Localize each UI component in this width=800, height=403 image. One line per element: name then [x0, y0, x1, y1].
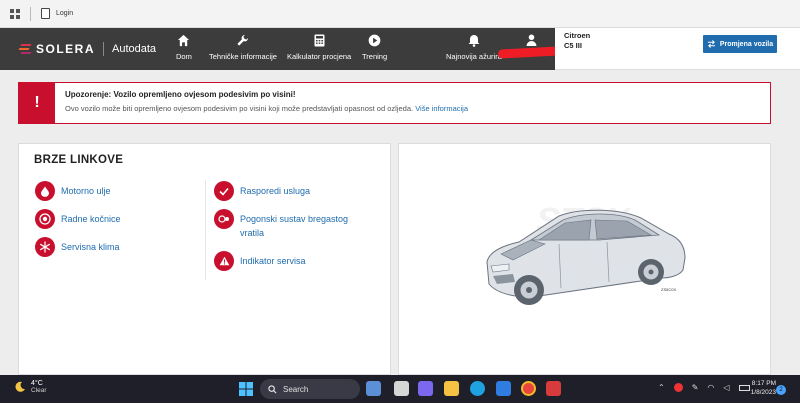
- clock[interactable]: 8:17 PM 1/8/2023: [742, 379, 776, 397]
- windows-taskbar: 4°C Clear Search ⌃ ✎ ◠ ◁ 8:17 PM 1/8/202…: [0, 375, 800, 403]
- play-icon: [368, 33, 381, 47]
- user-menu[interactable]: [526, 33, 537, 47]
- weather-description: Clear: [31, 387, 47, 394]
- taskbar-app-remote-icon[interactable]: [546, 381, 561, 396]
- divider: [30, 6, 31, 21]
- weather-temperature: 4°C: [31, 380, 43, 387]
- nav-home[interactable]: Dom: [176, 33, 192, 61]
- user-icon: [526, 33, 537, 47]
- nav-training-label: Trening: [362, 52, 388, 61]
- brake-disc-icon: [35, 209, 55, 229]
- nav-technical-info-label: Tehničke informacije: [209, 52, 277, 61]
- taskbar-search[interactable]: Search: [260, 379, 360, 399]
- warning-title: Upozorenje: Vozilo opremljeno ovjesom po…: [65, 90, 296, 99]
- nav-estimate-calculator-label: Kalkulator procjena: [287, 52, 352, 61]
- quick-link-camshaft-drive[interactable]: Pogonski sustav bregastog vratila: [214, 209, 374, 240]
- quick-links-card: BRZE LINKOVE Motorno ulje Radne kočnice …: [18, 143, 391, 375]
- nav-estimate-calculator[interactable]: Kalkulator procjena: [287, 33, 351, 61]
- quick-links-title: BRZE LINKOVE: [34, 154, 124, 166]
- warning-triangle-icon: [214, 251, 234, 271]
- column-divider: [205, 180, 206, 280]
- quick-link-label: Indikator servisa: [240, 256, 306, 266]
- vehicle-make: Citroen: [564, 31, 591, 40]
- checkmark-icon: [214, 181, 234, 201]
- calculator-icon: [314, 33, 325, 47]
- search-placeholder: Search: [283, 384, 309, 394]
- search-icon: [268, 384, 277, 393]
- brand-logo[interactable]: SOLERA Autodata: [18, 42, 156, 56]
- brand-name: SOLERA: [36, 42, 96, 56]
- taskbar-app-folder-icon[interactable]: [444, 381, 459, 396]
- oil-drop-icon: [35, 181, 55, 201]
- pen-tray-icon[interactable]: ✎: [692, 383, 699, 392]
- taskbar-app-pen-icon[interactable]: [366, 381, 381, 396]
- quick-link-service-brakes[interactable]: Radne kočnice: [35, 209, 121, 229]
- quick-link-label: Motorno ulje: [61, 186, 111, 196]
- warning-banner: ! Upozorenje: Vozilo opremljeno ovjesom …: [18, 82, 771, 124]
- clock-time: 8:17 PM: [751, 380, 776, 387]
- apps-grid-icon[interactable]: [10, 8, 20, 19]
- browser-bar: Login: [0, 0, 800, 28]
- taskbar-app-chrome-icon[interactable]: [521, 381, 536, 396]
- quick-link-label: Radne kočnice: [61, 214, 121, 224]
- app-name: Autodata: [112, 43, 157, 55]
- vehicle-model: C5 III: [564, 41, 582, 50]
- timing-belt-icon: [214, 209, 234, 229]
- taskbar-app-edge-icon[interactable]: [470, 381, 485, 396]
- vehicle-image-card: STSX ZS5C0X: [398, 143, 771, 375]
- quick-link-air-conditioning[interactable]: Servisna klima: [35, 237, 120, 257]
- quick-link-label: Rasporedi usluga: [240, 186, 311, 196]
- wifi-icon[interactable]: ◠: [707, 383, 714, 392]
- taskbar-app-store-icon[interactable]: [496, 381, 511, 396]
- tab-login[interactable]: Login: [56, 10, 73, 17]
- taskbar-app-window-icon[interactable]: [394, 381, 409, 396]
- quick-link-label: Servisna klima: [61, 242, 120, 252]
- nav-latest-updates-label: Najnovija ažurira: [446, 52, 502, 61]
- main-content: ! Upozorenje: Vozilo opremljeno ovjesom …: [0, 70, 800, 375]
- page-icon: [41, 8, 50, 19]
- logo-divider: [103, 42, 105, 56]
- quick-link-engine-oil[interactable]: Motorno ulje: [35, 181, 111, 201]
- wrench-icon: [236, 33, 249, 47]
- more-info-link[interactable]: Više informacija: [415, 104, 468, 113]
- antivirus-icon[interactable]: [673, 383, 683, 392]
- image-reference: ZS5C0X: [661, 287, 677, 292]
- home-icon: [177, 33, 190, 47]
- notification-badge[interactable]: 2: [776, 385, 786, 395]
- taskbar-app-chat-icon[interactable]: [418, 381, 433, 396]
- nav-training[interactable]: Trening: [362, 33, 387, 61]
- warning-message: Ovo vozilo može biti opremljeno ovjesom …: [65, 104, 414, 113]
- quick-link-service-schedules[interactable]: Rasporedi usluga: [214, 181, 310, 201]
- nav-home-label: Dom: [176, 52, 192, 61]
- weather-widget[interactable]: 4°C Clear: [14, 380, 47, 394]
- quick-link-label: Pogonski sustav bregastog vratila: [240, 214, 349, 238]
- change-vehicle-button[interactable]: Promjena vozila: [703, 35, 777, 53]
- moon-icon: [15, 381, 25, 392]
- quick-link-service-indicator[interactable]: Indikator servisa: [214, 251, 306, 271]
- swap-arrows-icon: [707, 40, 715, 48]
- nav-latest-updates[interactable]: Najnovija ažurira: [446, 33, 502, 61]
- vehicle-illustration: [479, 204, 689, 319]
- system-tray: ⌃ ✎ ◠ ◁: [658, 383, 750, 392]
- warning-text: Ovo vozilo može biti opremljeno ovjesom …: [65, 104, 468, 113]
- bell-icon: [468, 33, 480, 47]
- solera-logo-icon: [18, 42, 32, 56]
- vehicle-panel: Citroen C5 III Promjena vozila: [555, 28, 800, 70]
- windows-start-icon[interactable]: [238, 381, 254, 397]
- clock-date: 1/8/2023: [750, 389, 776, 396]
- speaker-icon[interactable]: ◁: [723, 383, 729, 392]
- chevron-up-icon[interactable]: ⌃: [658, 383, 665, 392]
- snowflake-icon: [35, 237, 55, 257]
- exclamation-icon: !: [19, 83, 55, 123]
- nav-technical-info[interactable]: Tehničke informacije: [209, 33, 277, 61]
- change-vehicle-label: Promjena vozila: [719, 40, 774, 48]
